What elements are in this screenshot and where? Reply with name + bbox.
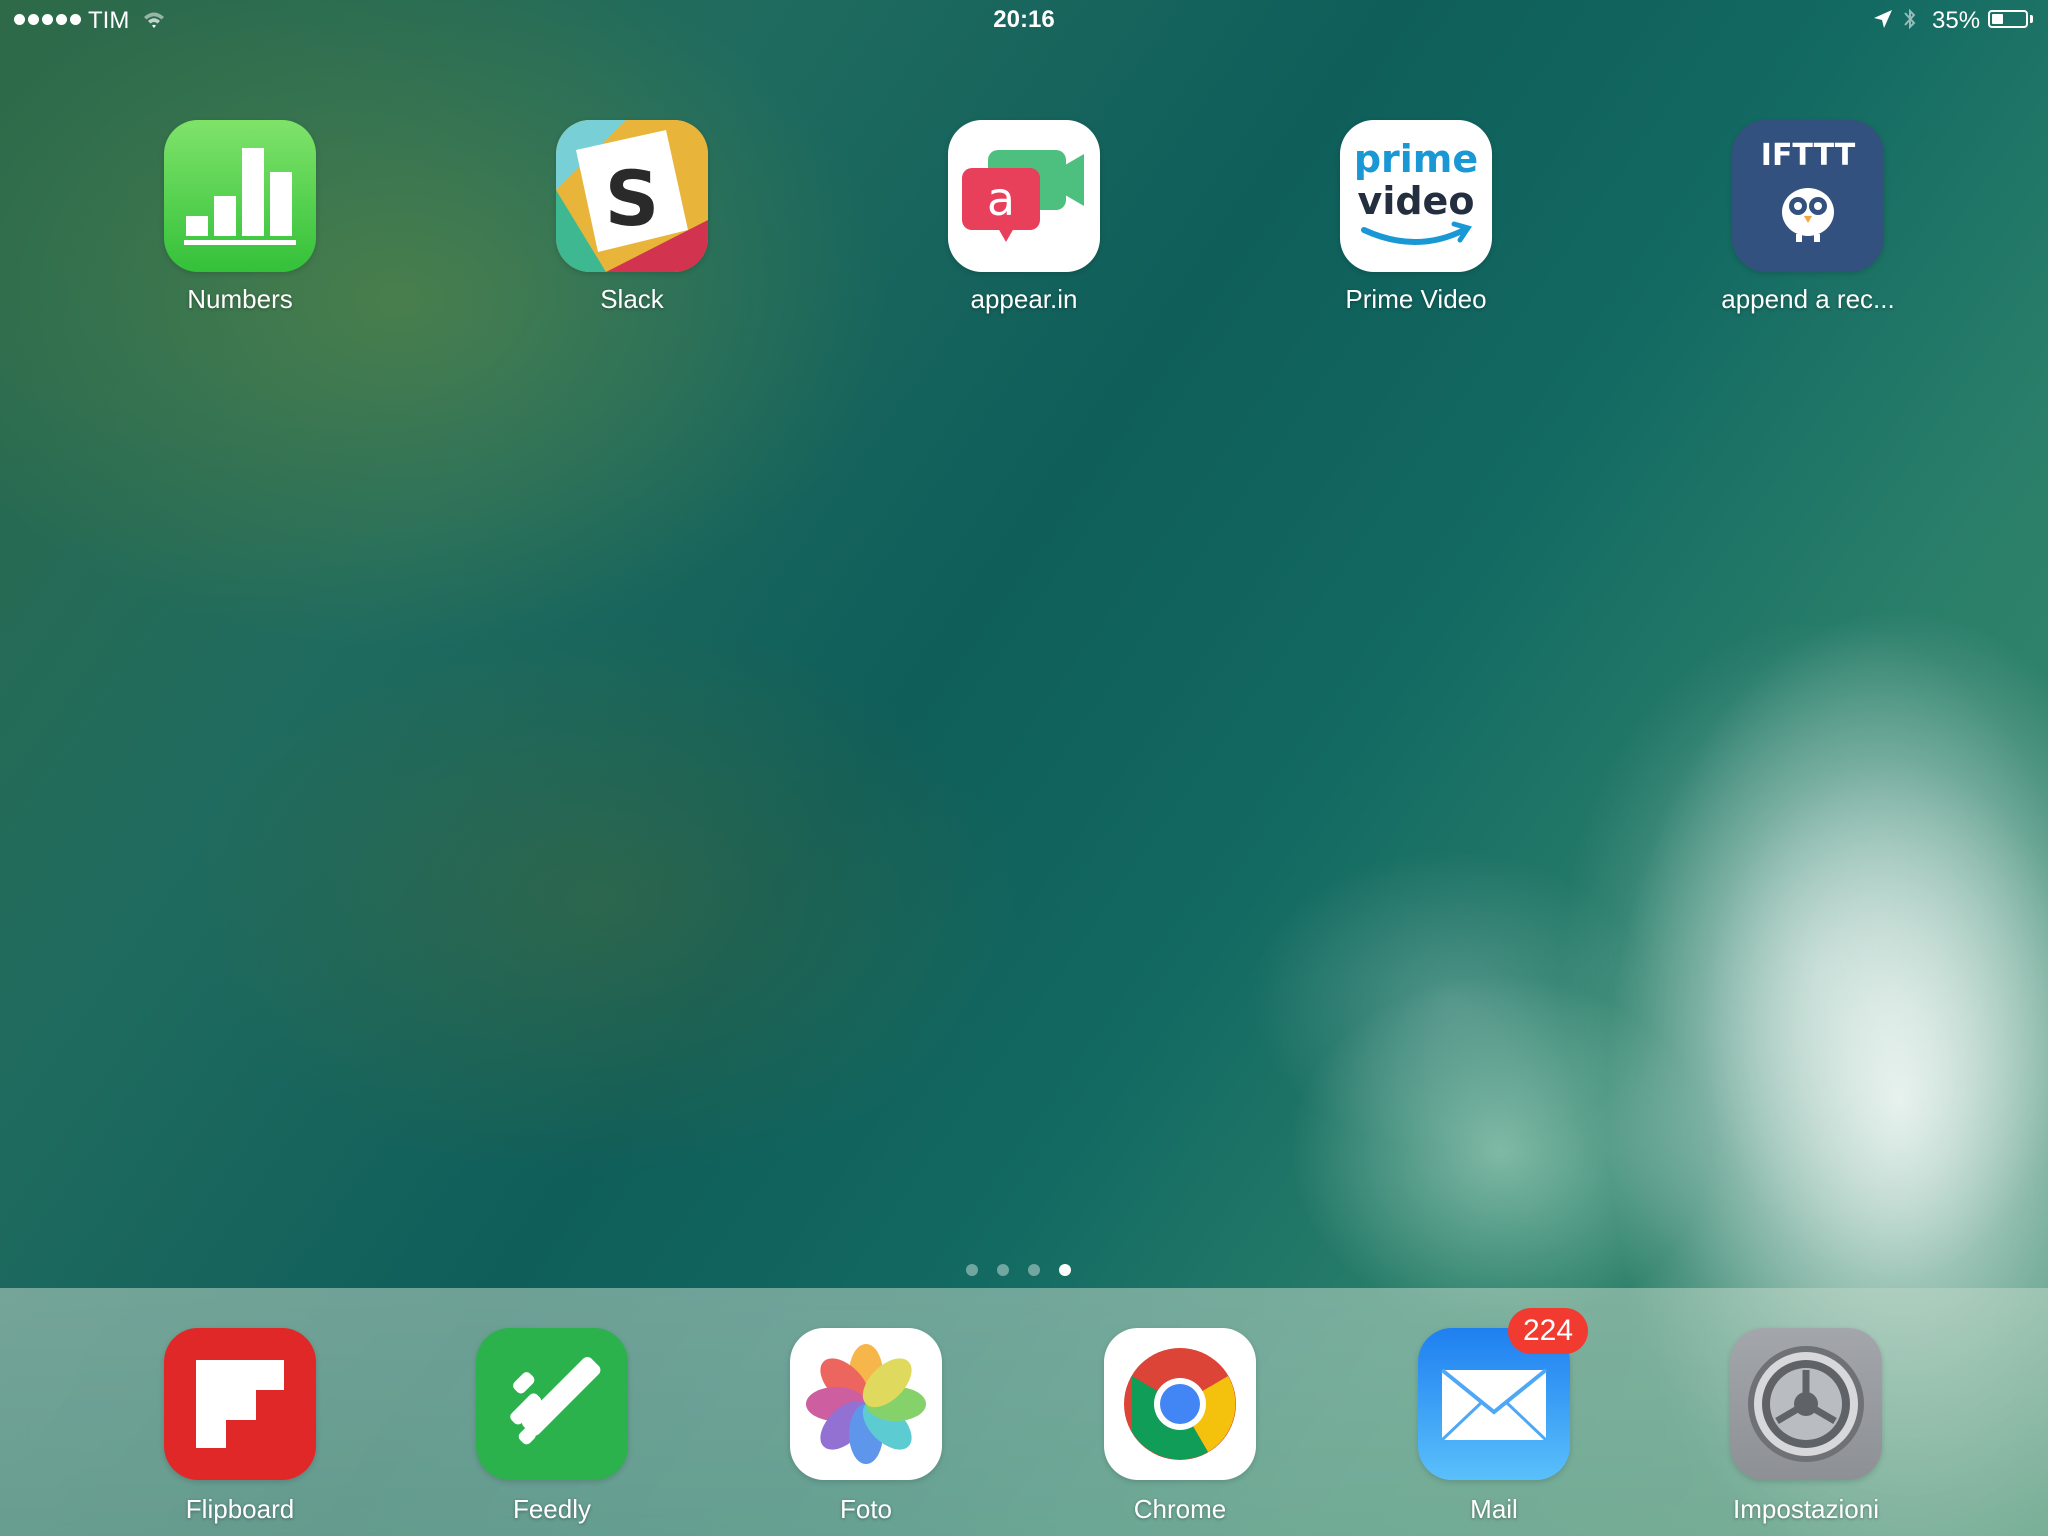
- slack-icon: S: [556, 120, 708, 272]
- app-numbers[interactable]: Numbers: [120, 120, 360, 315]
- app-label: Prime Video: [1345, 284, 1487, 314]
- app-ifttt-applet[interactable]: IFTTT append a rec...: [1688, 120, 1928, 315]
- status-bar: TIM 20:16 35%: [0, 0, 2048, 40]
- app-label: Slack: [600, 284, 664, 314]
- chrome-icon: [1104, 1328, 1256, 1480]
- app-appearin[interactable]: a appear.in: [904, 120, 1144, 315]
- svg-text:S: S: [605, 154, 660, 243]
- app-label: Feedly: [512, 1494, 592, 1524]
- prime-video-icon: prime video: [1340, 120, 1492, 272]
- app-label: Numbers: [187, 284, 293, 314]
- svg-text:IFTTT: IFTTT: [1761, 138, 1856, 173]
- svg-text:video: video: [1358, 179, 1475, 223]
- battery-percentage: 35%: [1932, 7, 1981, 34]
- settings-icon: [1730, 1328, 1882, 1480]
- app-slack[interactable]: S Slack: [512, 120, 752, 315]
- status-time: 20:16: [993, 6, 1055, 33]
- battery-tip: [2030, 15, 2033, 23]
- page-dot: [997, 1264, 1009, 1276]
- app-label: Flipboard: [185, 1494, 295, 1524]
- app-prime-video[interactable]: prime video Prime Video: [1296, 120, 1536, 315]
- numbers-icon: [164, 120, 316, 272]
- dock-app-mail[interactable]: Mail: [1374, 1328, 1614, 1525]
- page-dot: [966, 1264, 978, 1276]
- dock-app-settings[interactable]: Impostazioni: [1686, 1328, 1926, 1525]
- app-label: appear.in: [970, 284, 1078, 314]
- photos-icon: [790, 1328, 942, 1480]
- app-label: Foto: [839, 1494, 893, 1524]
- battery-icon: [1988, 10, 2028, 28]
- page-dot-current: [1059, 1264, 1071, 1276]
- location-icon: [1874, 10, 1892, 28]
- mail-unread-badge: 224: [1508, 1308, 1588, 1354]
- dock-app-feedly[interactable]: Feedly: [432, 1328, 672, 1525]
- app-label: Mail: [1470, 1494, 1518, 1524]
- dock-app-chrome[interactable]: Chrome: [1060, 1328, 1300, 1525]
- bluetooth-icon: [1904, 8, 1916, 30]
- app-label: Impostazioni: [1733, 1494, 1879, 1524]
- ifttt-icon: IFTTT: [1732, 120, 1884, 272]
- dock-app-photos[interactable]: Foto: [746, 1328, 986, 1525]
- app-label: append a rec...: [1721, 284, 1895, 314]
- flipboard-icon: [164, 1328, 316, 1480]
- wave-foam: [1250, 850, 1650, 1150]
- svg-text:a: a: [987, 172, 1015, 226]
- page-dot: [1028, 1264, 1040, 1276]
- dock-app-flipboard[interactable]: Flipboard: [120, 1328, 360, 1525]
- app-label: Chrome: [1133, 1494, 1227, 1524]
- feedly-icon: [476, 1328, 628, 1480]
- page-indicator[interactable]: [966, 1264, 1071, 1276]
- appearin-icon: a: [948, 120, 1100, 272]
- svg-text:prime: prime: [1354, 137, 1478, 181]
